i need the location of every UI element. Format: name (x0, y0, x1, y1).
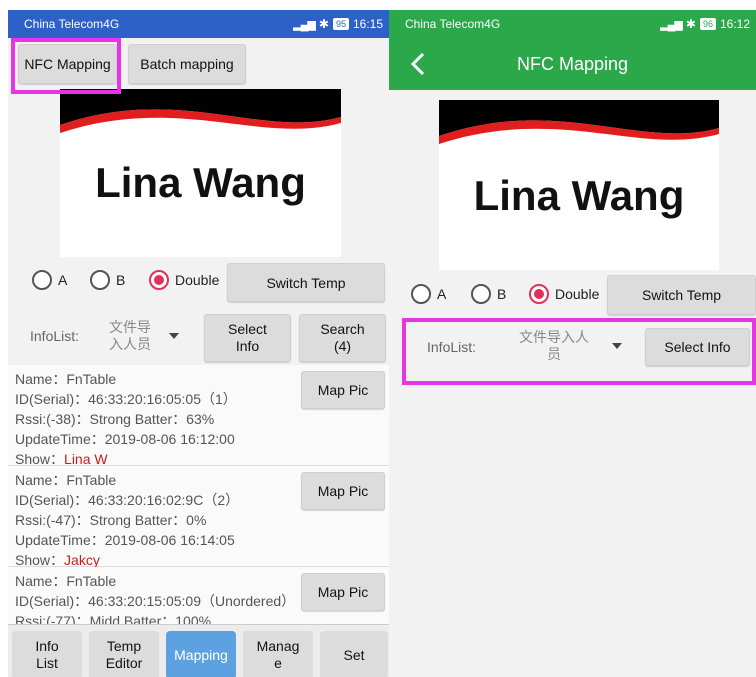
radio-b[interactable]: B (90, 270, 125, 290)
radio-double-label: Double (175, 272, 220, 288)
battery-icon: 95 (332, 18, 349, 30)
record-update-time: UpdateTime：2019-08-06 16:14:05 (15, 532, 235, 548)
dropdown-caret-icon[interactable] (169, 333, 179, 339)
select-info-line1: Select (228, 321, 267, 337)
radio-double-circle (149, 270, 169, 290)
screenshot-stage: China Telecom4G ▂▄▆ ✱ 95 16:15 NFC Mappi… (0, 0, 756, 677)
map-pic-button[interactable]: Map Pic (301, 573, 385, 611)
search-line1: Search (320, 321, 365, 337)
radio-a-label: A (437, 286, 447, 302)
highlight-box-nfc (11, 38, 121, 94)
clock: 16:15 (352, 17, 383, 31)
radio-a[interactable]: A (32, 270, 67, 290)
radio-b-circle (471, 284, 491, 304)
radio-b-label: B (497, 286, 507, 302)
map-pic-button[interactable]: Map Pic (301, 472, 385, 510)
highlight-box-infolist (402, 318, 756, 385)
status-bar: China Telecom4G ▂▄▆ ✱ 95 16:15 (8, 10, 389, 38)
left-phone-screen: China Telecom4G ▂▄▆ ✱ 95 16:15 NFC Mappi… (8, 10, 389, 677)
list-item[interactable]: Name：FnTable ID(Serial)：46:33:20:16:05:0… (8, 365, 389, 467)
bottom-tab-bar: Info List Temp Editor Mapping Manag e Se… (8, 624, 389, 677)
radio-b[interactable]: B (471, 284, 506, 304)
radio-a-circle (411, 284, 431, 304)
tab-set[interactable]: Set (320, 631, 388, 677)
batch-mapping-button[interactable]: Batch mapping (128, 44, 246, 84)
infolist-label: InfoList: (30, 328, 80, 344)
radio-a-circle (32, 270, 52, 290)
record-show-label: Show： (15, 451, 65, 467)
status-right: ▂▄▆ ✱ 95 16:15 (293, 17, 383, 31)
carrier-label: China Telecom4G (24, 17, 120, 31)
status-bar: China Telecom4G ▂▄▆ ✱ 96 16:12 (389, 10, 756, 38)
switch-temp-button[interactable]: Switch Temp (607, 275, 756, 315)
name-card-preview: Lina Wang (439, 100, 719, 270)
bluetooth-icon: ✱ (685, 17, 696, 31)
radio-b-label: B (116, 272, 126, 288)
radio-double-label: Double (555, 286, 600, 302)
record-show-label: Show： (15, 552, 65, 568)
select-info-line2: Info (235, 338, 260, 354)
record-rssi: Rssi:(-47)：Strong Batter：0% (15, 512, 207, 528)
clock: 16:12 (719, 17, 750, 31)
radio-double-circle (529, 284, 549, 304)
radio-a-label: A (58, 272, 68, 288)
infolist-value-line1: 文件导 (109, 319, 151, 335)
search-button[interactable]: Search (4) (299, 314, 386, 362)
record-update-time: UpdateTime：2019-08-06 16:12:00 (15, 431, 235, 447)
tab-manage-line1: Manag (256, 638, 300, 654)
infolist-dropdown[interactable]: 文件导 入人员 (100, 319, 160, 353)
tab-info-list-line2: List (36, 655, 58, 671)
signal-icon: ▂▄▆ (293, 18, 316, 31)
radio-double[interactable]: Double (149, 270, 219, 290)
tab-temp-editor[interactable]: Temp Editor (89, 631, 159, 677)
card-name-text: Lina Wang (95, 159, 306, 206)
title-bar: NFC Mapping (389, 38, 756, 90)
map-pic-button[interactable]: Map Pic (301, 371, 385, 409)
tab-mapping[interactable]: Mapping (166, 631, 236, 677)
status-right: ▂▄▆ ✱ 96 16:12 (660, 17, 750, 31)
infolist-value-line2: 入人员 (109, 336, 151, 352)
name-card-preview: Lina Wang (60, 89, 341, 257)
tab-info-list-line1: Info (35, 638, 59, 654)
radio-double[interactable]: Double (529, 284, 599, 304)
tab-temp-editor-line1: Temp (106, 638, 142, 654)
radio-b-circle (90, 270, 110, 290)
tab-temp-editor-line2: Editor (105, 655, 143, 671)
record-rssi: Rssi:(-38)：Strong Batter：63% (15, 411, 215, 427)
battery-icon: 96 (699, 18, 716, 30)
card-wave-decoration (439, 100, 719, 144)
carrier-label: China Telecom4G (405, 17, 501, 31)
card-name-text: Lina Wang (473, 172, 685, 219)
right-phone-screen: China Telecom4G ▂▄▆ ✱ 96 16:12 NFC Mappi… (389, 10, 756, 677)
select-info-button[interactable]: Select Info (204, 314, 291, 362)
tab-manage-line2: e (274, 655, 282, 671)
switch-temp-button[interactable]: Switch Temp (227, 263, 385, 302)
tab-info-list[interactable]: Info List (12, 631, 82, 677)
record-show-value: Lina W (64, 451, 108, 467)
page-title: NFC Mapping (516, 54, 629, 74)
search-line2: (4) (333, 338, 352, 354)
radio-a[interactable]: A (411, 284, 446, 304)
record-show-value: Jakcy (64, 552, 100, 568)
signal-icon: ▂▄▆ (660, 18, 683, 31)
bluetooth-icon: ✱ (318, 17, 329, 31)
tab-manage[interactable]: Manag e (243, 631, 313, 677)
card-wave-decoration (60, 89, 341, 133)
list-item[interactable]: Name：FnTable ID(Serial)：46:33:20:16:02:9… (8, 466, 389, 568)
